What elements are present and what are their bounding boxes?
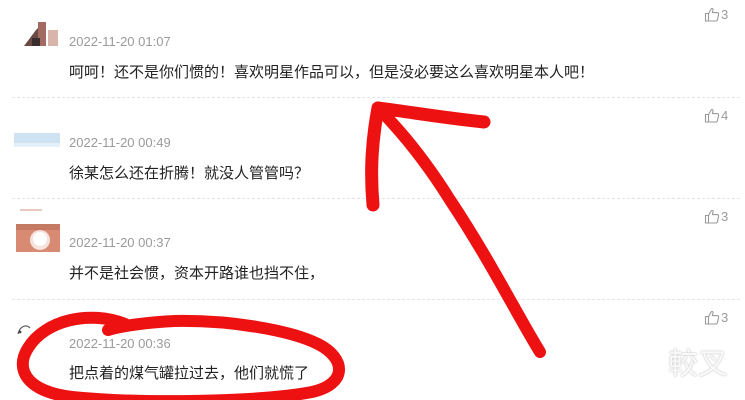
like-button[interactable]: 3 <box>704 7 728 22</box>
divider <box>12 97 740 98</box>
like-button[interactable]: 4 <box>704 108 728 123</box>
thumbs-up-icon <box>704 108 720 123</box>
like-button[interactable]: 3 <box>704 209 728 224</box>
comment-text: 徐某怎么还在折腾！就没人管管吗？ <box>69 164 310 182</box>
comment-text: 并不是社会惯，资本开路谁也挡不住， <box>69 264 325 282</box>
thumbs-up-icon <box>704 310 720 325</box>
comment-item: 2022-11-20 00:49 徐某怎么还在折腾！就没人管管吗？ 4 <box>0 100 745 200</box>
comment-timestamp: 2022-11-20 00:49 <box>69 135 171 150</box>
like-count: 3 <box>721 209 729 224</box>
avatar[interactable] <box>14 208 62 252</box>
like-button[interactable]: 3 <box>704 310 728 325</box>
watermark: 較叉 <box>668 347 728 382</box>
comment-item: 2022-11-20 00:37 并不是社会惯，资本开路谁也挡不住， 3 <box>0 200 745 300</box>
comment-timestamp: 2022-11-20 00:36 <box>69 336 171 351</box>
like-count: 3 <box>721 310 729 325</box>
comment-list: 2022-11-20 01:07 呵呵！还不是你们惯的！喜欢明星作品可以，但是没… <box>0 0 745 400</box>
avatar[interactable] <box>14 133 62 159</box>
comment-timestamp: 2022-11-20 00:37 <box>69 235 171 250</box>
comment-item: 2022-11-20 00:36 把点着的煤气罐拉过去，他们就慌了 3 <box>0 300 745 400</box>
divider <box>12 198 740 199</box>
avatar[interactable] <box>14 20 62 46</box>
thumbs-up-icon <box>704 209 720 224</box>
like-count: 4 <box>721 108 729 123</box>
comment-text: 把点着的煤气罐拉过去，他们就慌了 <box>69 364 310 382</box>
comment-item: 2022-11-20 01:07 呵呵！还不是你们惯的！喜欢明星作品可以，但是没… <box>0 0 745 100</box>
like-count: 3 <box>721 7 729 22</box>
avatar[interactable] <box>14 322 34 338</box>
comment-text: 呵呵！还不是你们惯的！喜欢明星作品可以，但是没必要这么喜欢明星本人吧！ <box>69 63 595 81</box>
thumbs-up-icon <box>704 7 720 22</box>
comment-timestamp: 2022-11-20 01:07 <box>69 34 171 49</box>
